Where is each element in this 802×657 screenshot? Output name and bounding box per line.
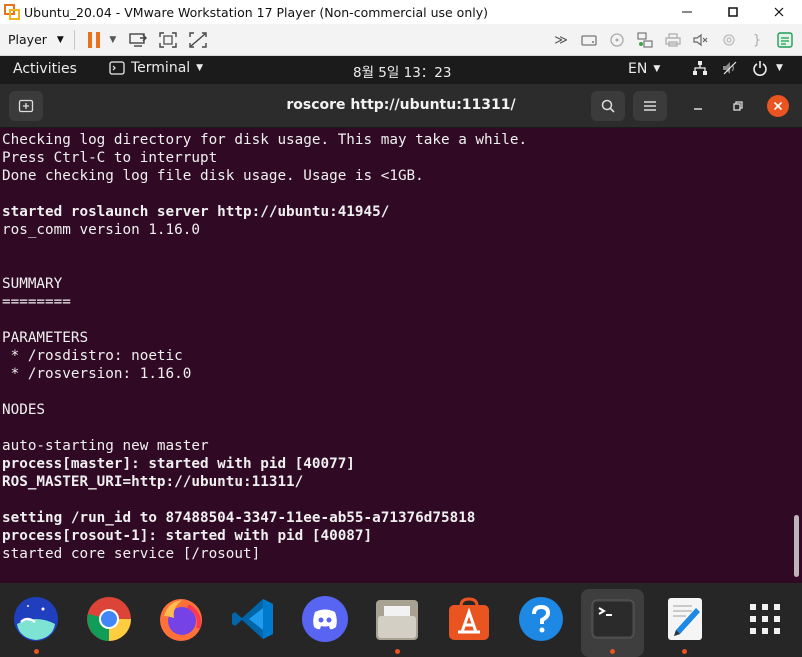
activities-button[interactable]: Activities	[13, 61, 77, 77]
terminal-line: Checking log directory for disk usage. T…	[2, 132, 528, 148]
volume-muted-icon	[722, 60, 738, 76]
terminal-line: Press Ctrl-C to interrupt	[2, 150, 218, 166]
unity-icon[interactable]	[187, 29, 209, 51]
vmware-logo-icon	[4, 4, 20, 20]
pause-dropdown-icon[interactable]: ▼	[107, 29, 119, 51]
terminal-line: started roslaunch server http://ubuntu:4…	[2, 204, 390, 220]
chevron-down-icon: ▼	[56, 34, 64, 45]
terminal-line: started core service [/rosout]	[2, 546, 261, 562]
hard-disk-icon[interactable]	[578, 29, 600, 51]
terminal-line: process[master]: started with pid [40077…	[2, 456, 355, 472]
player-menu-button[interactable]: Player ▼	[8, 32, 64, 47]
terminal-scrollbar[interactable]	[794, 515, 799, 577]
power-icon	[752, 60, 768, 76]
pause-icon[interactable]	[83, 29, 105, 51]
app-menu-button[interactable]: Terminal ▼	[109, 60, 203, 76]
terminal-line: setting /run_id to 87488504-3347-11ee-ab…	[2, 510, 476, 526]
chevron-down-icon: ▼	[776, 63, 783, 73]
hamburger-menu-button[interactable]	[633, 91, 667, 121]
search-icon	[601, 99, 615, 113]
send-ctrl-alt-del-icon[interactable]	[127, 29, 149, 51]
toolbar-divider	[73, 29, 75, 50]
chevron-down-icon: ▼	[653, 64, 661, 74]
terminal-line: * /rosversion: 1.16.0	[2, 366, 192, 382]
running-indicator	[682, 649, 687, 654]
terminal-small-icon	[109, 61, 125, 75]
vmware-toolbar: Player ▼ ▼ ≫ }	[0, 24, 802, 56]
input-language-menu[interactable]: EN ▼	[628, 61, 660, 77]
terminal-output[interactable]: Checking log directory for disk usage. T…	[0, 128, 802, 583]
terminal-close-icon[interactable]	[767, 95, 789, 117]
terminal-line: ========	[2, 294, 71, 310]
sound-icon[interactable]	[690, 29, 712, 51]
usb-icon[interactable]	[718, 29, 740, 51]
vscode-icon[interactable]	[230, 596, 276, 642]
files-icon[interactable]	[374, 596, 420, 642]
running-indicator	[395, 649, 400, 654]
help-icon[interactable]	[518, 596, 564, 642]
cd-dvd-icon[interactable]	[606, 29, 628, 51]
serial-icon[interactable]: }	[746, 29, 768, 51]
terminal-header-bar: roscore http://ubuntu:11311/	[0, 84, 802, 128]
terminal-line: process[rosout-1]: started with pid [400…	[2, 528, 373, 544]
window-title: Ubuntu_20.04 - VMware Workstation 17 Pla…	[24, 4, 488, 20]
language-label: EN	[628, 61, 648, 77]
terminal-line: * /rosdistro: noetic	[2, 348, 183, 364]
text-editor-icon[interactable]	[662, 596, 708, 642]
terminal-line: SUMMARY	[2, 276, 63, 292]
player-menu-label: Player	[8, 32, 47, 47]
terminal-restore-icon[interactable]	[728, 96, 748, 116]
terminal-line: PARAMETERS	[2, 330, 89, 346]
software-center-icon[interactable]	[446, 596, 492, 642]
discord-icon[interactable]	[302, 596, 348, 642]
show-apps-icon[interactable]	[742, 596, 788, 642]
whale-browser-icon[interactable]	[13, 596, 59, 642]
hamburger-icon	[644, 101, 656, 111]
full-screen-icon[interactable]	[157, 29, 179, 51]
forward-icon[interactable]: ≫	[550, 29, 572, 51]
terminal-icon[interactable]	[590, 596, 636, 642]
terminal-line: auto-starting new master	[2, 438, 209, 454]
terminal-line: ros_comm version 1.16.0	[2, 222, 200, 238]
notes-icon[interactable]	[774, 29, 796, 51]
gnome-top-bar: Activities Terminal ▼ 8월 5일 13：23 EN ▼ ▼	[0, 56, 802, 84]
network-wired-icon	[692, 60, 708, 76]
chrome-icon[interactable]	[86, 596, 132, 642]
dock	[0, 583, 802, 657]
terminal-line: Done checking log file disk usage. Usage…	[2, 168, 424, 184]
terminal-minimize-icon[interactable]	[688, 96, 708, 116]
vmware-title-bar: Ubuntu_20.04 - VMware Workstation 17 Pla…	[0, 0, 802, 24]
network-icon[interactable]	[634, 29, 656, 51]
running-indicator	[34, 649, 39, 654]
terminal-line: NODES	[2, 402, 46, 418]
maximize-icon[interactable]	[710, 0, 756, 24]
terminal-title: roscore http://ubuntu:11311/	[286, 97, 516, 113]
app-menu-label: Terminal	[131, 60, 191, 76]
printer-icon[interactable]	[662, 29, 684, 51]
clock[interactable]: 8월 5일 13：23	[353, 61, 451, 81]
terminal-line: ROS_MASTER_URI=http://ubuntu:11311/	[2, 474, 304, 490]
chevron-down-icon: ▼	[196, 63, 204, 73]
search-button[interactable]	[591, 91, 625, 121]
system-menu[interactable]: ▼	[692, 60, 797, 76]
close-icon[interactable]	[756, 0, 802, 24]
firefox-icon[interactable]	[158, 596, 204, 642]
minimize-icon[interactable]	[664, 0, 710, 24]
terminal-lines: Checking log directory for disk usage. T…	[2, 131, 527, 563]
running-indicator	[610, 649, 615, 654]
